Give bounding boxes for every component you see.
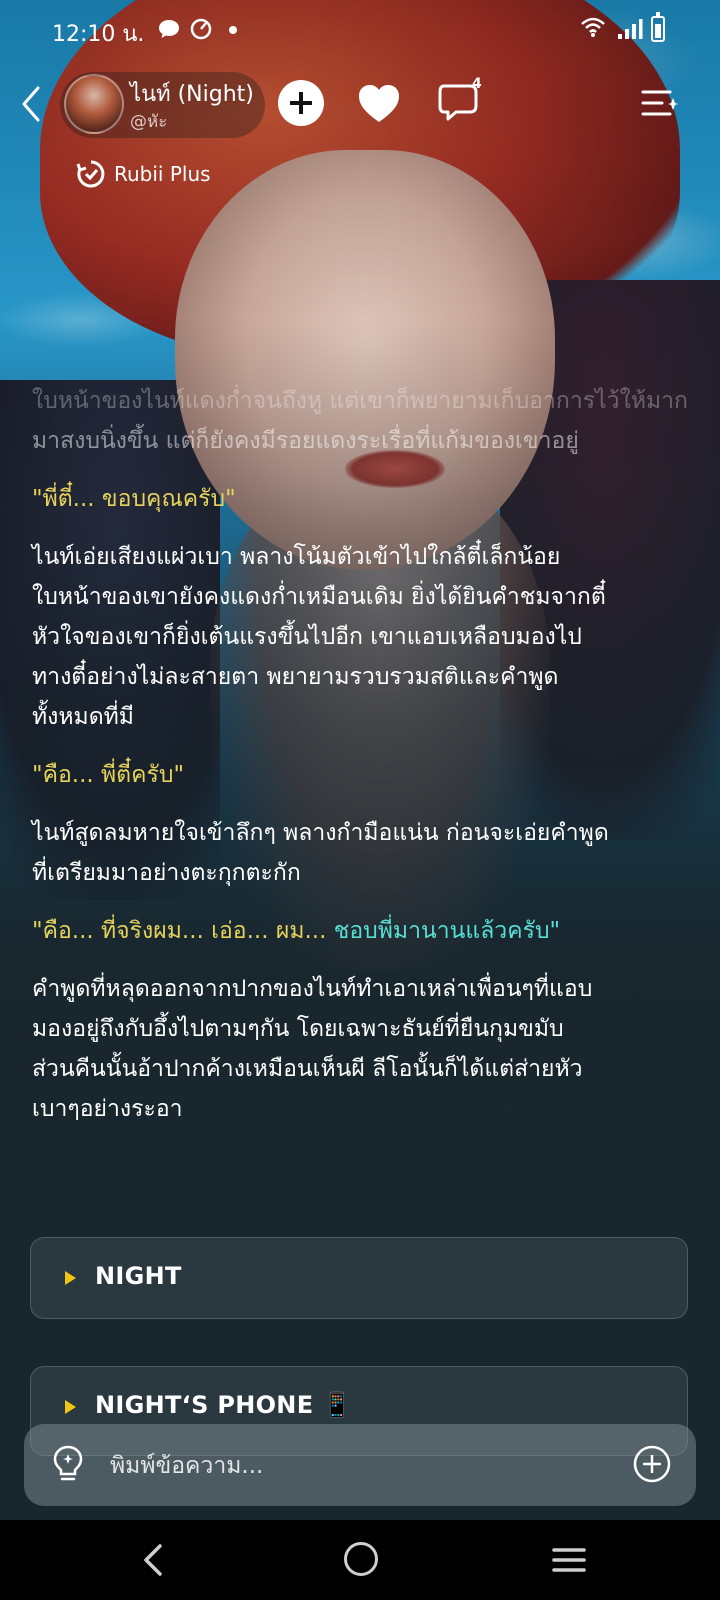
narration-line: ทางตี๋อย่างไม่ละสายตา พยายามรวบรวมสติและ… (32, 664, 559, 690)
rubii-plus-label: Rubii Plus (114, 162, 211, 186)
expand-triangle-icon (65, 1271, 76, 1285)
status-bar: 12:10 น. (0, 0, 720, 60)
narration-line: ทั้งหมดที่มี (32, 704, 134, 730)
more-notifications-dot (229, 26, 237, 34)
nav-recents-icon[interactable] (552, 1546, 586, 1574)
card-title: NIGHT (95, 1262, 182, 1290)
dialog-line: "คือ... พี่ตี๋ครับ" (32, 762, 185, 788)
status-time: 12:10 น. (52, 22, 145, 47)
status-card-night[interactable]: NIGHT (30, 1237, 688, 1319)
wifi-icon (581, 17, 605, 37)
dialog-end: ชอบพี่มานานแล้วครับ" (333, 918, 561, 944)
chat-message: ใบหน้าของไนท์แดงก่ำจนถึงหู แต่เขาก็พยายา… (32, 388, 696, 1147)
narration-line: หัวใจของเขาก็ยิ่งเต้นแรงขึ้นไปอีก เขาแอบ… (32, 624, 582, 650)
narration-line: ที่เตรียมมาอย่างตะกุกตะกัก (32, 860, 301, 886)
faded-line: มาสงบนิ่งขึ้น แต่ก็ยังคงมีรอยแดงระเรื่อท… (32, 428, 579, 454)
nav-home-icon[interactable] (344, 1542, 378, 1576)
avatar[interactable] (64, 74, 124, 134)
narration-paragraph: ไนท์สูดลมหายใจเข้าลึกๆ พลางกำมือแน่น ก่อ… (32, 813, 696, 893)
rubii-plus-badge[interactable]: Rubii Plus (76, 156, 211, 192)
narration-line: ส่วนคีนนั้นอ้าปากค้างเหมือนเห็นผี ลีโอนั… (32, 1056, 583, 1082)
follow-add-button[interactable] (278, 80, 324, 126)
narration-line: คำพูดที่หลุดออกจากปากของไนท์ทำเอาเหล่าเพ… (32, 976, 593, 1002)
heart-icon[interactable] (355, 80, 403, 128)
message-composer (24, 1424, 696, 1506)
comment-count-badge: 4 (472, 76, 482, 92)
dialog-line: "พี่ตี๋... ขอบคุณครับ" (32, 486, 236, 512)
faded-text: ใบหน้าของไนท์แดงก่ำจนถึงหู แต่เขาก็พยายา… (32, 381, 696, 461)
lightbulb-icon[interactable] (50, 1444, 86, 1486)
narration-paragraph: ไนท์เอ่ยเสียงแผ่วเบา พลางโน้มตัวเข้าไปใก… (32, 537, 696, 737)
signal-icon (618, 19, 643, 39)
expand-triangle-icon (65, 1400, 76, 1414)
chat-header: ไนท์ (Night) @หัะ 4 (0, 60, 720, 150)
battery-icon (651, 12, 665, 42)
character-name[interactable]: ไนท์ (Night) (130, 76, 254, 111)
dialog-start: "คือ... ที่จริงผม... เอ่อ... ผม... (32, 918, 334, 944)
character-handle: @หัะ (130, 112, 168, 132)
plus-circle-icon[interactable] (632, 1444, 672, 1484)
dialog-line: "คือ... ที่จริงผม... เอ่อ... ผม... ชอบพี… (32, 911, 696, 951)
chevron-left-icon (22, 86, 40, 122)
narration-line: เบาๆอย่างระอา (32, 1096, 183, 1122)
narration-line: ไนท์สูดลมหายใจเข้าลึกๆ พลางกำมือแน่น ก่อ… (32, 820, 609, 846)
message-input[interactable] (108, 1442, 612, 1490)
narration-paragraph: คำพูดที่หลุดออกจากปากของไนท์ทำเอาเหล่าเพ… (32, 969, 696, 1129)
timer-notification-icon (190, 18, 212, 40)
nav-back-icon[interactable] (138, 1540, 168, 1580)
back-button[interactable] (14, 82, 50, 126)
system-navigation-bar (0, 1520, 720, 1600)
menu-list-icon[interactable] (640, 86, 680, 122)
narration-line: มองอยู่ถึงกับอึ้งไปตามๆกัน โดยเฉพาะธันย์… (32, 1016, 564, 1042)
faded-line: ใบหน้าของไนท์แดงก่ำจนถึงหู แต่เขาก็พยายา… (32, 388, 688, 414)
rubii-plus-icon (76, 160, 105, 188)
narration-line: ใบหน้าของเขายังคงแดงก่ำเหมือนเดิม ยิ่งได… (32, 584, 606, 610)
narration-line: ไนท์เอ่ยเสียงแผ่วเบา พลางโน้มตัวเข้าไปใก… (32, 544, 561, 570)
messenger-notification-icon (159, 20, 179, 38)
card-title: NIGHT‘S PHONE 📱 (95, 1391, 353, 1419)
